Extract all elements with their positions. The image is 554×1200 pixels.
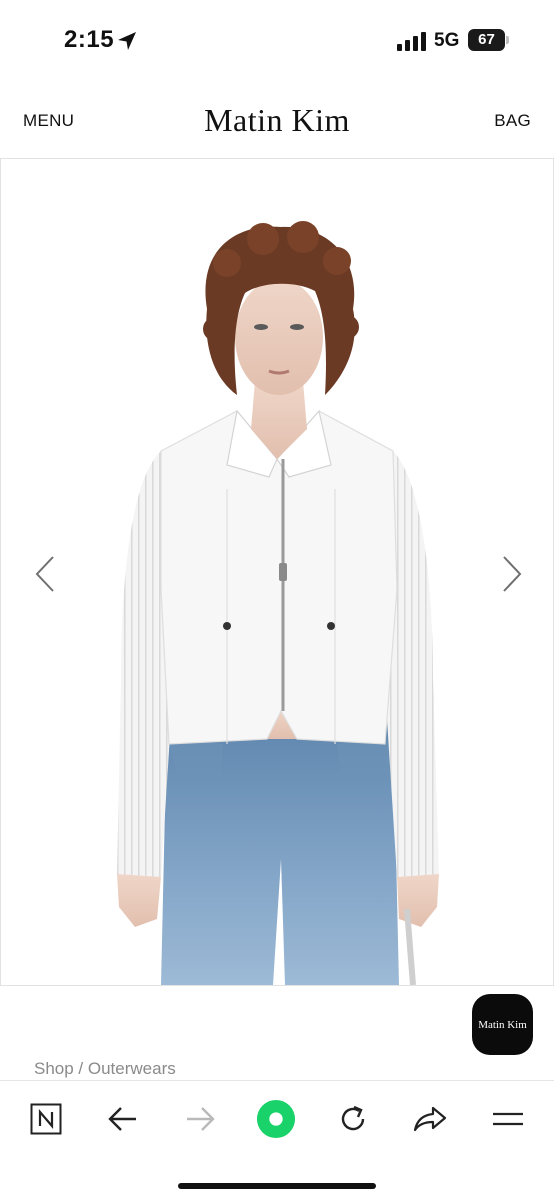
status-time: 2:15 xyxy=(64,26,115,53)
floating-brand-button[interactable]: Matin Kim xyxy=(472,994,533,1055)
chevron-left-icon xyxy=(35,556,54,592)
product-photo[interactable] xyxy=(1,159,553,985)
naver-home-button[interactable] xyxy=(26,1099,66,1139)
battery-cap xyxy=(506,36,509,44)
forward-arrow-icon xyxy=(187,1107,215,1131)
naver-n-icon xyxy=(30,1103,62,1135)
battery-icon: 67 xyxy=(468,29,509,51)
status-bar: 2:15 5G 67 xyxy=(0,0,554,84)
cellular-signal-icon xyxy=(397,32,426,51)
reload-icon xyxy=(341,1105,365,1131)
browser-menu-button[interactable] xyxy=(488,1099,528,1139)
green-home-icon xyxy=(256,1099,296,1139)
chevron-right-icon xyxy=(503,556,522,592)
network-label: 5G xyxy=(434,30,460,51)
green-home-button[interactable] xyxy=(256,1099,296,1139)
battery-level: 67 xyxy=(478,31,495,48)
menu-lines-icon xyxy=(493,1112,523,1126)
back-button[interactable] xyxy=(103,1099,143,1139)
previous-image-button[interactable] xyxy=(25,549,65,599)
site-header: MENU Matin Kim BAG xyxy=(0,84,554,158)
back-arrow-icon xyxy=(108,1107,136,1131)
next-image-button[interactable] xyxy=(492,549,532,599)
forward-button[interactable] xyxy=(180,1099,220,1139)
product-gallery[interactable] xyxy=(0,158,554,986)
reload-button[interactable] xyxy=(333,1099,373,1139)
bag-button[interactable]: BAG xyxy=(494,111,531,131)
home-indicator xyxy=(178,1183,376,1189)
share-button[interactable] xyxy=(410,1099,450,1139)
browser-toolbar xyxy=(0,1080,554,1200)
breadcrumb[interactable]: Shop / Outerwears xyxy=(34,1059,176,1079)
brand-logo[interactable]: Matin Kim xyxy=(0,102,554,139)
location-arrow-icon xyxy=(118,32,136,50)
share-icon xyxy=(413,1106,447,1132)
